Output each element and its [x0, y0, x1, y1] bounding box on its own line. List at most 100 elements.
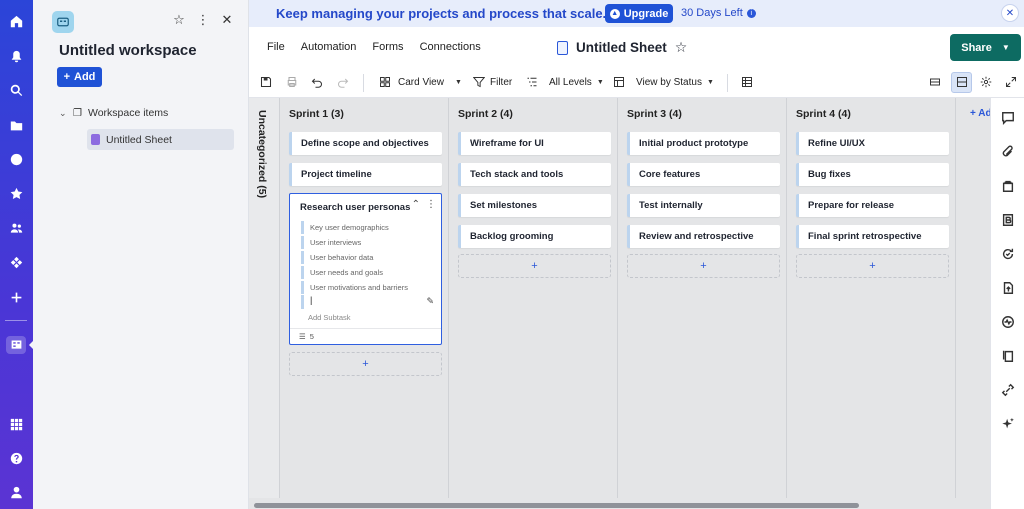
tree-group-workspace-items[interactable]: ⌄ ❐ Workspace items	[59, 107, 168, 119]
subtask-count: 5	[309, 332, 314, 341]
sheet-file-icon	[557, 40, 568, 55]
pencil-icon[interactable]: ✎	[426, 296, 434, 307]
favorite-star-icon[interactable]: ☆	[172, 12, 186, 27]
file-upload-icon[interactable]	[1000, 280, 1016, 296]
home-icon[interactable]	[8, 13, 25, 30]
redo-icon[interactable]	[337, 76, 349, 88]
subtask-item[interactable]: User motivations and barriers	[301, 281, 426, 294]
share-button[interactable]: Share ▼	[950, 34, 1021, 61]
tree-item-untitled-sheet[interactable]: Untitled Sheet	[87, 129, 234, 150]
expanded-card[interactable]: Research user personas ⌃ ⋮ Key user demo…	[289, 193, 442, 345]
chevron-up-icon[interactable]: ⌃	[412, 199, 420, 210]
upgrade-button[interactable]: ▲ Upgrade	[605, 4, 673, 23]
workspace-logo-icon	[52, 11, 74, 33]
menu-connections[interactable]: Connections	[420, 41, 481, 53]
uncategorized-column[interactable]: Uncategorized (5)	[249, 98, 280, 498]
settings-gear-icon[interactable]	[980, 76, 992, 88]
app-rail	[0, 0, 34, 509]
help-icon[interactable]	[8, 450, 25, 467]
bell-icon[interactable]	[8, 48, 25, 65]
card[interactable]: Refine UI/UX	[796, 132, 949, 155]
card[interactable]: Bug fixes	[796, 163, 949, 186]
layers-icon[interactable]	[1000, 178, 1016, 194]
subtask-input[interactable]: |	[301, 295, 436, 309]
compact-layout-icon[interactable]	[929, 76, 941, 88]
star-icon[interactable]	[8, 185, 25, 202]
subtask-item[interactable]: User interviews	[301, 236, 426, 249]
banner-close-icon[interactable]: ✕	[1001, 4, 1019, 22]
add-card-button[interactable]: +	[796, 254, 949, 278]
link-icon[interactable]	[1000, 382, 1016, 398]
card[interactable]: Review and retrospective	[627, 225, 780, 248]
subtask-item[interactable]: User behavior data	[301, 251, 426, 264]
add-subtask-link[interactable]: Add Subtask	[308, 313, 351, 322]
folder-icon[interactable]	[8, 117, 25, 134]
upgrade-banner: Keep managing your projects and process …	[249, 0, 1024, 27]
integrations-icon[interactable]	[8, 254, 25, 271]
subtask-item[interactable]: User needs and goals	[301, 266, 426, 279]
chevron-down-icon[interactable]: ⌄	[59, 108, 67, 119]
menu-file[interactable]: File	[267, 41, 285, 53]
subtask-item[interactable]: Key user demographics	[301, 221, 426, 234]
save-icon[interactable]	[260, 76, 272, 88]
users-icon[interactable]	[8, 220, 25, 237]
comment-icon[interactable]	[1000, 110, 1016, 126]
card[interactable]: Prepare for release	[796, 194, 949, 217]
print-icon[interactable]	[286, 76, 298, 88]
horizontal-scrollbar[interactable]	[249, 500, 990, 509]
levels-dropdown[interactable]: All Levels ▼	[526, 76, 604, 88]
close-icon[interactable]: ✕	[220, 12, 234, 27]
filter-button[interactable]: Filter	[473, 76, 512, 88]
card-view-dropdown[interactable]: Card View ▼	[379, 76, 462, 88]
view-by-status-label: View by Status	[636, 76, 702, 88]
add-card-button[interactable]: +	[458, 254, 611, 278]
filter-icon	[473, 77, 485, 88]
menu-automation[interactable]: Automation	[301, 41, 357, 53]
sidebar-tools: ☆ ⋮ ✕	[172, 12, 234, 27]
card[interactable]: Core features	[627, 163, 780, 186]
add-button[interactable]: + Add	[57, 67, 102, 87]
card[interactable]: Define scope and objectives	[289, 132, 442, 155]
b-doc-icon[interactable]	[1000, 212, 1016, 228]
card[interactable]: Backlog grooming	[458, 225, 611, 248]
pages-icon[interactable]	[1000, 348, 1016, 364]
fullscreen-icon[interactable]	[1005, 76, 1017, 88]
clock-icon[interactable]	[8, 151, 25, 168]
card[interactable]: Project timeline	[289, 163, 442, 186]
view-by-status-dropdown[interactable]: View by Status ▼	[613, 76, 714, 88]
plus-icon: +	[63, 71, 71, 83]
more-options-icon[interactable]: ⋮	[426, 199, 436, 210]
sheet-title[interactable]: Untitled Sheet	[576, 40, 667, 55]
card[interactable]: Tech stack and tools	[458, 163, 611, 186]
activity-icon[interactable]	[1000, 314, 1016, 330]
card[interactable]: Set milestones	[458, 194, 611, 217]
expanded-layout-icon	[956, 76, 968, 88]
card[interactable]: Initial product prototype	[627, 132, 780, 155]
attachment-icon[interactable]	[1000, 144, 1016, 160]
menu-forms[interactable]: Forms	[372, 41, 403, 53]
info-icon[interactable]: i	[746, 8, 756, 18]
card[interactable]: Wireframe for UI	[458, 132, 611, 155]
card[interactable]: Final sprint retrospective	[796, 225, 949, 248]
banner-message: Keep managing your projects and process …	[276, 6, 607, 21]
add-column-button[interactable]: + Ad	[970, 108, 990, 119]
chevron-down-icon: ▼	[1001, 43, 1010, 52]
profile-icon[interactable]	[8, 484, 25, 501]
sheet-title-group: Untitled Sheet ☆	[557, 39, 687, 56]
expanded-card-footer: ☰ 5	[290, 328, 441, 344]
favorite-star-icon[interactable]: ☆	[675, 39, 688, 56]
more-options-icon[interactable]: ⋮	[196, 12, 210, 27]
plus-icon[interactable]	[8, 289, 25, 306]
apps-grid-icon[interactable]	[8, 416, 25, 433]
grid-view-icon[interactable]	[741, 76, 753, 88]
add-card-button[interactable]: +	[627, 254, 780, 278]
column-title: Sprint 4 (4)	[796, 108, 851, 120]
search-icon[interactable]	[8, 82, 25, 99]
scrollbar-thumb[interactable]	[254, 503, 859, 508]
undo-icon[interactable]	[311, 76, 323, 88]
workspace-icon[interactable]	[8, 336, 25, 353]
refresh-icon[interactable]	[1000, 246, 1016, 262]
add-card-button[interactable]: +	[289, 352, 442, 376]
sparkle-ai-icon[interactable]	[1000, 416, 1016, 432]
card[interactable]: Test internally	[627, 194, 780, 217]
